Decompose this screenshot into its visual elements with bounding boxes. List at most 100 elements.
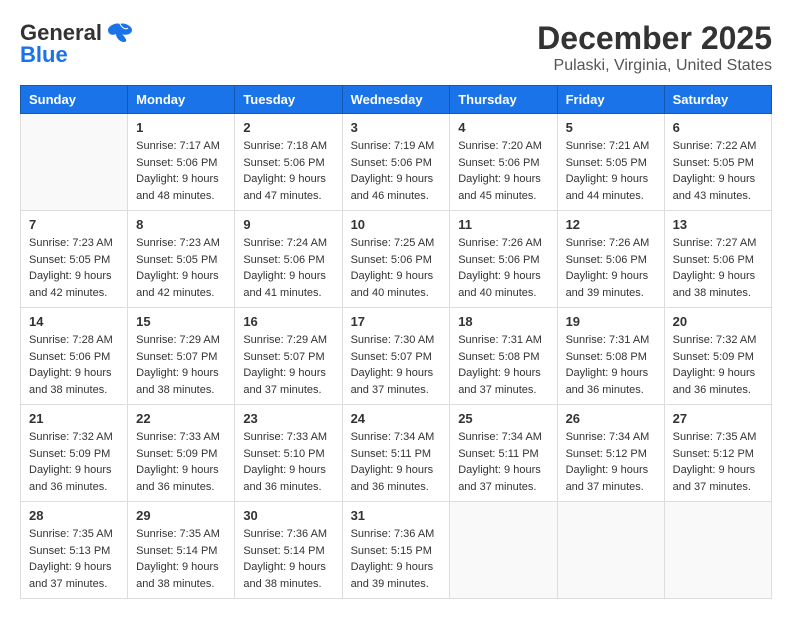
day-info: Sunrise: 7:35 AMSunset: 5:14 PMDaylight:… [136,526,226,592]
day-number: 13 [673,217,763,232]
calendar-cell: 14 Sunrise: 7:28 AMSunset: 5:06 PMDayligh… [21,308,128,405]
day-info: Sunrise: 7:36 AMSunset: 5:15 PMDaylight:… [351,526,442,592]
day-info: Sunrise: 7:23 AMSunset: 5:05 PMDaylight:… [29,235,119,301]
day-info: Sunrise: 7:25 AMSunset: 5:06 PMDaylight:… [351,235,442,301]
calendar-cell: 9 Sunrise: 7:24 AMSunset: 5:06 PMDaylight… [235,211,342,308]
calendar-cell: 3 Sunrise: 7:19 AMSunset: 5:06 PMDaylight… [342,114,450,211]
day-info: Sunrise: 7:32 AMSunset: 5:09 PMDaylight:… [29,429,119,495]
day-number: 31 [351,508,442,523]
day-info: Sunrise: 7:21 AMSunset: 5:05 PMDaylight:… [566,138,656,204]
calendar-cell: 6 Sunrise: 7:22 AMSunset: 5:05 PMDaylight… [664,114,771,211]
day-number: 24 [351,411,442,426]
logo-bird-icon [106,22,134,44]
day-info: Sunrise: 7:35 AMSunset: 5:13 PMDaylight:… [29,526,119,592]
day-number: 18 [458,314,548,329]
calendar-cell: 22Sunrise: 7:33 AMSunset: 5:09 PMDayligh… [128,405,235,502]
day-number: 4 [458,120,548,135]
day-number: 14 [29,314,119,329]
day-info: Sunrise: 7:24 AMSunset: 5:06 PMDaylight:… [243,235,333,301]
day-number: 28 [29,508,119,523]
day-number: 16 [243,314,333,329]
day-number: 21 [29,411,119,426]
header-friday: Friday [557,86,664,114]
day-number: 19 [566,314,656,329]
day-info: Sunrise: 7:19 AMSunset: 5:06 PMDaylight:… [351,138,442,204]
calendar-cell: 21 Sunrise: 7:32 AMSunset: 5:09 PMDayligh… [21,405,128,502]
day-info: Sunrise: 7:33 AMSunset: 5:09 PMDaylight:… [136,429,226,495]
calendar-cell: 10 Sunrise: 7:25 AMSunset: 5:06 PMDayligh… [342,211,450,308]
day-number: 29 [136,508,226,523]
day-number: 20 [673,314,763,329]
calendar-cell: 16 Sunrise: 7:29 AMSunset: 5:07 PMDayligh… [235,308,342,405]
calendar-cell: 5Sunrise: 7:21 AMSunset: 5:05 PMDaylight… [557,114,664,211]
day-number: 2 [243,120,333,135]
logo-blue-text: Blue [20,42,68,68]
calendar-week-3: 14 Sunrise: 7:28 AMSunset: 5:06 PMDayligh… [21,308,772,405]
calendar-cell: 15 Sunrise: 7:29 AMSunset: 5:07 PMDayligh… [128,308,235,405]
day-info: Sunrise: 7:32 AMSunset: 5:09 PMDaylight:… [673,332,763,398]
day-number: 17 [351,314,442,329]
day-number: 8 [136,217,226,232]
calendar-cell: 27 Sunrise: 7:35 AMSunset: 5:12 PMDayligh… [664,405,771,502]
day-info: Sunrise: 7:36 AMSunset: 5:14 PMDaylight:… [243,526,333,592]
calendar-week-1: 1 Sunrise: 7:17 AMSunset: 5:06 PMDaylight… [21,114,772,211]
calendar-cell: 23Sunrise: 7:33 AMSunset: 5:10 PMDayligh… [235,405,342,502]
day-info: Sunrise: 7:33 AMSunset: 5:10 PMDaylight:… [243,429,333,495]
calendar-cell: 13 Sunrise: 7:27 AMSunset: 5:06 PMDayligh… [664,211,771,308]
day-number: 7 [29,217,119,232]
header-wednesday: Wednesday [342,86,450,114]
day-number: 11 [458,217,548,232]
day-info: Sunrise: 7:34 AMSunset: 5:11 PMDaylight:… [458,429,548,495]
day-number: 10 [351,217,442,232]
calendar-cell: 25 Sunrise: 7:34 AMSunset: 5:11 PMDayligh… [450,405,557,502]
header-tuesday: Tuesday [235,86,342,114]
day-info: Sunrise: 7:31 AMSunset: 5:08 PMDaylight:… [566,332,656,398]
day-number: 27 [673,411,763,426]
calendar-header-row: Sunday Monday Tuesday Wednesday Thursday… [21,86,772,114]
calendar-cell: 19 Sunrise: 7:31 AMSunset: 5:08 PMDayligh… [557,308,664,405]
day-info: Sunrise: 7:27 AMSunset: 5:06 PMDaylight:… [673,235,763,301]
page-title: December 2025 [537,20,772,57]
page-header: General Blue December 2025 Pulaski, Virg… [20,20,772,75]
calendar-cell: 2 Sunrise: 7:18 AMSunset: 5:06 PMDaylight… [235,114,342,211]
title-block: December 2025 Pulaski, Virginia, United … [537,20,772,75]
calendar-cell: 18 Sunrise: 7:31 AMSunset: 5:08 PMDayligh… [450,308,557,405]
day-info: Sunrise: 7:31 AMSunset: 5:08 PMDaylight:… [458,332,548,398]
day-info: Sunrise: 7:26 AMSunset: 5:06 PMDaylight:… [458,235,548,301]
header-thursday: Thursday [450,86,557,114]
day-info: Sunrise: 7:17 AMSunset: 5:06 PMDaylight:… [136,138,226,204]
day-info: Sunrise: 7:29 AMSunset: 5:07 PMDaylight:… [243,332,333,398]
day-number: 15 [136,314,226,329]
day-number: 1 [136,120,226,135]
day-number: 9 [243,217,333,232]
day-info: Sunrise: 7:34 AMSunset: 5:11 PMDaylight:… [351,429,442,495]
calendar-cell: 12 Sunrise: 7:26 AMSunset: 5:06 PMDayligh… [557,211,664,308]
day-number: 3 [351,120,442,135]
day-number: 6 [673,120,763,135]
calendar-cell: 4Sunrise: 7:20 AMSunset: 5:06 PMDaylight… [450,114,557,211]
day-info: Sunrise: 7:23 AMSunset: 5:05 PMDaylight:… [136,235,226,301]
calendar-cell: 20 Sunrise: 7:32 AMSunset: 5:09 PMDayligh… [664,308,771,405]
calendar-cell: 7 Sunrise: 7:23 AMSunset: 5:05 PMDaylight… [21,211,128,308]
day-info: Sunrise: 7:29 AMSunset: 5:07 PMDaylight:… [136,332,226,398]
calendar-cell: 31 Sunrise: 7:36 AMSunset: 5:15 PMDayligh… [342,502,450,599]
day-info: Sunrise: 7:22 AMSunset: 5:05 PMDaylight:… [673,138,763,204]
calendar-cell [21,114,128,211]
day-number: 25 [458,411,548,426]
calendar-cell: 1 Sunrise: 7:17 AMSunset: 5:06 PMDaylight… [128,114,235,211]
day-info: Sunrise: 7:28 AMSunset: 5:06 PMDaylight:… [29,332,119,398]
day-info: Sunrise: 7:18 AMSunset: 5:06 PMDaylight:… [243,138,333,204]
header-monday: Monday [128,86,235,114]
day-info: Sunrise: 7:30 AMSunset: 5:07 PMDaylight:… [351,332,442,398]
day-number: 12 [566,217,656,232]
calendar-cell: 29 Sunrise: 7:35 AMSunset: 5:14 PMDayligh… [128,502,235,599]
calendar-cell: 26Sunrise: 7:34 AMSunset: 5:12 PMDayligh… [557,405,664,502]
calendar-cell: 30Sunrise: 7:36 AMSunset: 5:14 PMDayligh… [235,502,342,599]
day-info: Sunrise: 7:35 AMSunset: 5:12 PMDaylight:… [673,429,763,495]
calendar-cell: 17 Sunrise: 7:30 AMSunset: 5:07 PMDayligh… [342,308,450,405]
day-info: Sunrise: 7:26 AMSunset: 5:06 PMDaylight:… [566,235,656,301]
calendar-week-4: 21 Sunrise: 7:32 AMSunset: 5:09 PMDayligh… [21,405,772,502]
calendar-week-5: 28 Sunrise: 7:35 AMSunset: 5:13 PMDayligh… [21,502,772,599]
calendar-cell [557,502,664,599]
page-subtitle: Pulaski, Virginia, United States [537,57,772,75]
